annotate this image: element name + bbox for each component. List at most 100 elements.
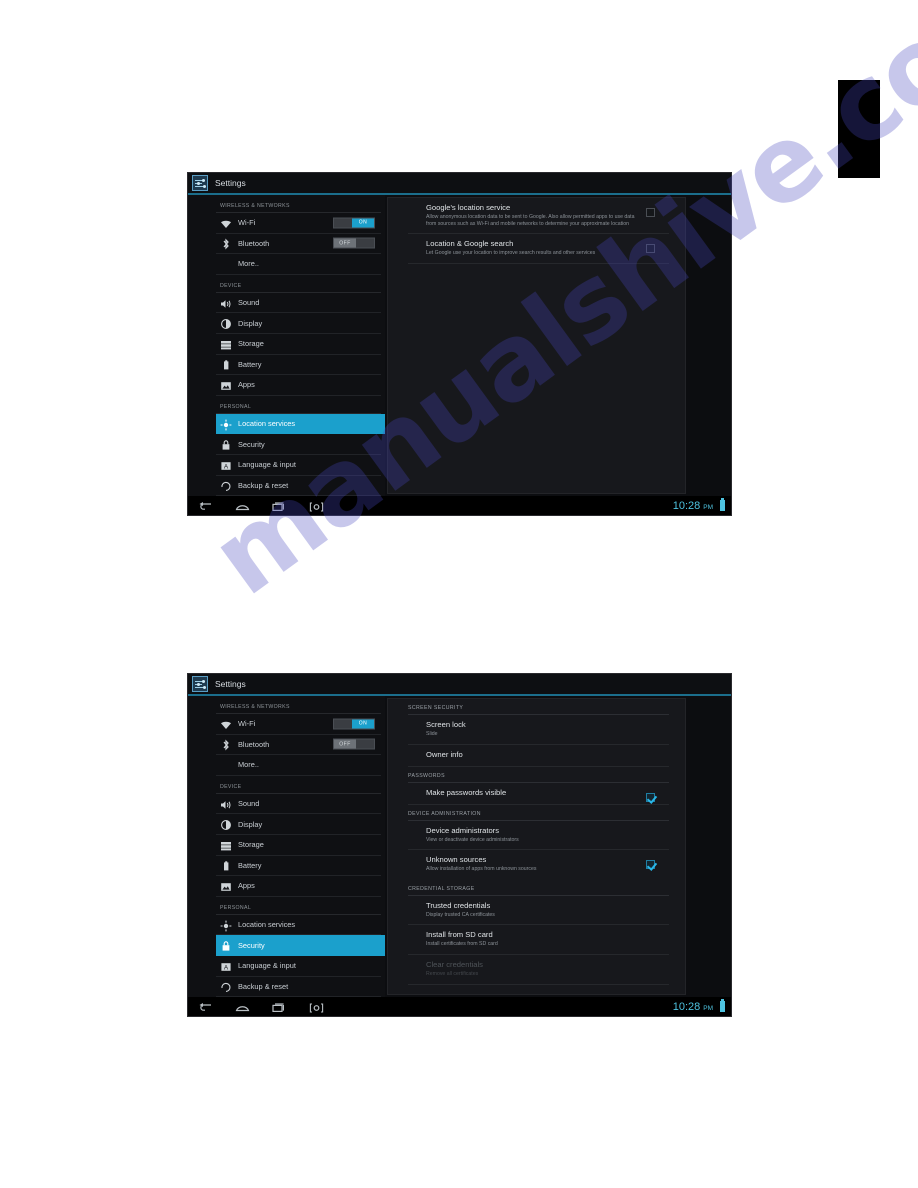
list-item[interactable]: Trusted credentials Display trusted CA c…: [408, 896, 669, 926]
sidebar-item-label: Apps: [238, 380, 255, 390]
sidebar-section-personal: PERSONAL: [216, 897, 381, 915]
sidebar-item-bluetooth[interactable]: Bluetooth OFF: [216, 735, 381, 756]
sidebar-item-apps[interactable]: Apps: [216, 876, 381, 897]
tablet-screenshot-location-services: Settings WIRELESS & NETWORKS Wi-Fi ON Bl…: [187, 172, 732, 516]
page-edge-tab: [838, 80, 880, 178]
titlebar: Settings: [188, 173, 731, 195]
checkbox-make-passwords-visible[interactable]: [646, 792, 655, 802]
bluetooth-toggle-label: OFF: [334, 739, 356, 749]
sidebar-item-label: More..: [238, 760, 259, 770]
screenshot-icon[interactable]: [309, 1001, 324, 1013]
navigation-bar: 10:28 PM: [188, 997, 731, 1016]
sidebar-item-sound[interactable]: Sound: [216, 794, 381, 815]
sidebar-item-location-services[interactable]: Location services: [216, 915, 381, 936]
apps-icon: [220, 379, 232, 391]
item-title: Unknown sources: [426, 855, 487, 865]
sidebar-item-security[interactable]: Security: [216, 935, 385, 956]
sidebar-item-label: Wi-Fi: [238, 719, 256, 729]
wifi-toggle[interactable]: ON: [333, 217, 375, 229]
sidebar-item-more[interactable]: More..: [216, 254, 381, 275]
list-item[interactable]: Owner info: [408, 745, 669, 767]
sound-icon: [220, 297, 232, 309]
battery-full-icon: [720, 999, 725, 1012]
content-panel: Google's location service Allow anonymou…: [387, 197, 686, 494]
group-header-credential-storage: CREDENTIAL STORAGE: [408, 880, 669, 896]
item-subtitle: View or deactivate device administrators: [426, 836, 519, 843]
nav-icon-group: [198, 500, 324, 512]
checkbox-location-google-search[interactable]: [646, 244, 655, 254]
sidebar-item-display[interactable]: Display: [216, 814, 381, 835]
checkbox-google-location-service[interactable]: [646, 208, 655, 217]
list-item[interactable]: Unknown sources Allow installation of ap…: [408, 850, 669, 880]
sidebar-item-location-services[interactable]: Location services: [216, 413, 385, 435]
backup-icon: [220, 479, 232, 492]
backup-icon: [220, 980, 232, 993]
sidebar-item-label: Bluetooth: [238, 739, 270, 749]
sidebar-item-more[interactable]: More..: [216, 755, 381, 776]
sidebar-item-display[interactable]: Display: [216, 313, 381, 334]
sound-icon: [220, 798, 232, 810]
list-item[interactable]: Location & Google search Let Google use …: [408, 234, 669, 264]
item-title: Location & Google search: [426, 239, 514, 249]
sidebar-item-label: Storage: [238, 840, 264, 850]
list-item[interactable]: Install from SD card Install certificate…: [408, 925, 669, 955]
svg-text:A: A: [224, 463, 229, 470]
group-header-passwords: PASSWORDS: [408, 767, 669, 783]
sidebar-item-storage[interactable]: Storage: [216, 334, 381, 355]
item-title: Owner info: [426, 749, 463, 759]
sidebar-item-sound[interactable]: Sound: [216, 293, 381, 314]
recents-icon[interactable]: [272, 1001, 287, 1013]
back-icon[interactable]: [198, 500, 213, 512]
wifi-toggle[interactable]: ON: [333, 718, 375, 730]
sidebar-section-device: DEVICE: [216, 776, 381, 794]
sidebar-item-label: Backup & reset: [238, 981, 289, 991]
settings-sidebar: WIRELESS & NETWORKS Wi-Fi ON Bluetooth O…: [188, 696, 385, 997]
list-item[interactable]: Device administrators View or deactivate…: [408, 821, 669, 851]
sidebar-item-battery[interactable]: Battery: [216, 355, 381, 376]
sidebar-item-language-input[interactable]: A Language & input: [216, 956, 381, 977]
sidebar-item-backup-reset[interactable]: Backup & reset: [216, 977, 381, 997]
sidebar-item-storage[interactable]: Storage: [216, 835, 381, 856]
sidebar-item-label: Location services: [238, 920, 296, 930]
item-subtitle: Install certificates from SD card: [426, 941, 498, 948]
list-item[interactable]: Google's location service Allow anonymou…: [408, 198, 669, 235]
status-cluster: 10:28 PM: [672, 498, 725, 512]
bluetooth-toggle[interactable]: OFF: [333, 738, 375, 750]
back-icon[interactable]: [198, 1001, 213, 1013]
recents-icon[interactable]: [272, 500, 287, 512]
sidebar-item-label: Battery: [238, 860, 262, 870]
home-icon[interactable]: [235, 1001, 250, 1013]
home-icon[interactable]: [235, 500, 250, 512]
item-title: Google's location service: [426, 203, 511, 212]
bluetooth-toggle-label: OFF: [334, 238, 356, 248]
clock: 10:28: [672, 499, 701, 512]
sidebar-item-wifi[interactable]: Wi-Fi ON: [216, 714, 381, 735]
sidebar-item-language-input[interactable]: A Language & input: [216, 455, 381, 476]
item-title: Trusted credentials: [426, 900, 491, 910]
wifi-icon: [220, 217, 232, 229]
navigation-bar: 10:28 PM: [188, 496, 731, 515]
item-subtitle: Let Google use your location to improve …: [426, 250, 596, 257]
settings-sliders-icon: [192, 676, 208, 692]
settings-content-location: Google's location service Allow anonymou…: [385, 195, 731, 496]
sidebar-item-battery[interactable]: Battery: [216, 856, 381, 877]
sidebar-item-backup-reset[interactable]: Backup & reset: [216, 476, 381, 496]
group-header-device-administration: DEVICE ADMINISTRATION: [408, 805, 669, 821]
list-item[interactable]: Screen lock Slide: [408, 715, 669, 745]
item-title: Make passwords visible: [426, 787, 507, 797]
sidebar-item-apps[interactable]: Apps: [216, 375, 381, 396]
sidebar-section-wireless: WIRELESS & NETWORKS: [216, 195, 381, 213]
checkbox-unknown-sources[interactable]: [646, 860, 655, 870]
list-item-disabled: Clear credentials Remove all certificate…: [408, 955, 669, 985]
app-title: Settings: [215, 679, 246, 689]
sidebar-section-wireless: WIRELESS & NETWORKS: [216, 696, 381, 714]
bluetooth-toggle[interactable]: OFF: [333, 237, 375, 249]
sidebar-item-bluetooth[interactable]: Bluetooth OFF: [216, 234, 381, 255]
screenshot-icon[interactable]: [309, 500, 324, 512]
bluetooth-icon: [220, 738, 232, 751]
location-icon: [220, 919, 232, 931]
sidebar-item-security[interactable]: Security: [216, 434, 381, 455]
lock-icon: [220, 939, 232, 951]
list-item[interactable]: Make passwords visible: [408, 783, 669, 805]
sidebar-item-wifi[interactable]: Wi-Fi ON: [216, 213, 381, 234]
